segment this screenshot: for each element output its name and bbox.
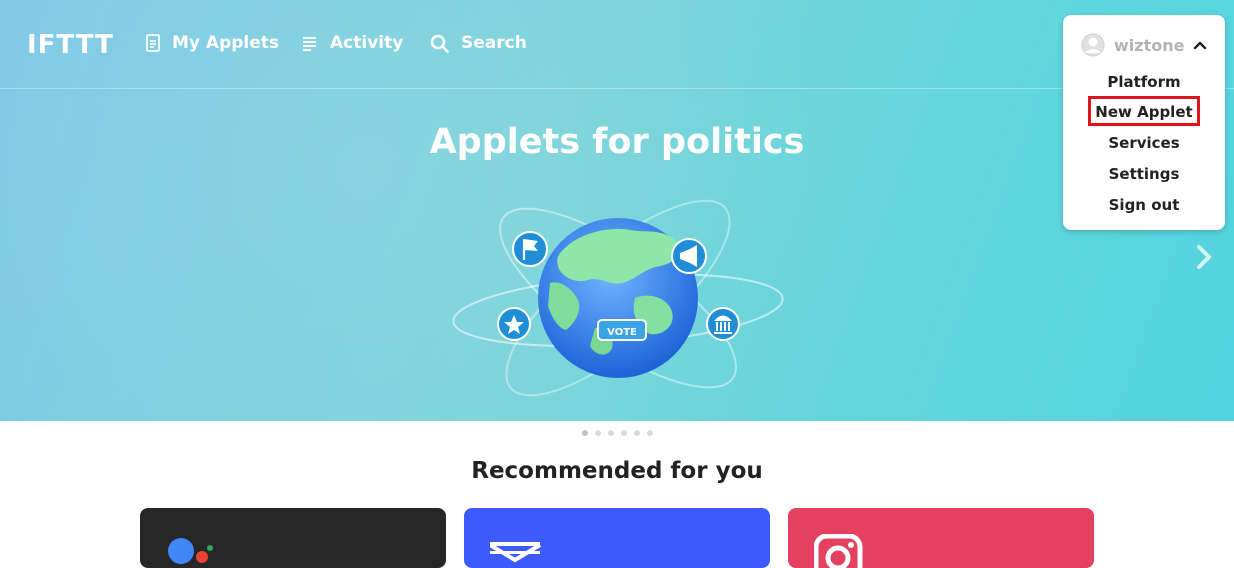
carousel-dot[interactable] bbox=[633, 430, 640, 436]
activity-list-icon bbox=[303, 37, 316, 51]
username: wiztone bbox=[1114, 35, 1185, 55]
nav-my-applets-label: My Applets bbox=[172, 33, 280, 53]
nav-my-applets[interactable]: My Applets bbox=[146, 33, 279, 53]
carousel-pagination bbox=[0, 430, 1234, 436]
chevron-up-icon bbox=[1194, 41, 1207, 50]
applet-card-google-assistant[interactable] bbox=[140, 508, 446, 568]
hero-banner: IFTTT My Applets Activity Search Applets… bbox=[0, 0, 1234, 421]
vote-label: VOTE bbox=[607, 327, 637, 338]
applet-card-email[interactable] bbox=[464, 508, 770, 568]
user-dropdown-menu: wiztone Platform New Applet Services Set… bbox=[1063, 15, 1225, 230]
document-icon bbox=[146, 34, 160, 52]
nav-activity[interactable]: Activity bbox=[302, 33, 403, 53]
carousel-dot[interactable] bbox=[646, 430, 653, 436]
carousel-dot[interactable] bbox=[594, 430, 601, 436]
applet-card-instagram[interactable] bbox=[788, 508, 1094, 568]
ifttt-logo[interactable]: IFTTT bbox=[27, 30, 114, 60]
capitol-building-icon bbox=[706, 307, 740, 341]
instagram-icon bbox=[814, 534, 863, 568]
menu-item-services[interactable]: Services bbox=[1063, 134, 1225, 152]
politics-globe-illustration: VOTE bbox=[452, 199, 784, 397]
carousel-dot[interactable] bbox=[581, 430, 588, 436]
nav-activity-label: Activity bbox=[330, 33, 404, 53]
carousel-next-arrow[interactable] bbox=[1196, 244, 1212, 270]
search-icon bbox=[430, 34, 449, 53]
avatar-icon bbox=[1081, 33, 1105, 57]
nav-search-label: Search bbox=[461, 33, 527, 53]
top-nav: IFTTT My Applets Activity Search bbox=[0, 0, 1234, 89]
google-assistant-icon bbox=[168, 538, 213, 564]
nav-search[interactable]: Search bbox=[430, 33, 527, 53]
email-icon bbox=[490, 542, 542, 563]
megaphone-icon bbox=[671, 238, 707, 274]
menu-item-new-applet[interactable]: New Applet bbox=[1063, 103, 1225, 121]
star-icon bbox=[497, 307, 531, 341]
menu-item-settings[interactable]: Settings bbox=[1063, 165, 1225, 183]
menu-item-platform[interactable]: Platform bbox=[1063, 73, 1225, 91]
carousel-dot[interactable] bbox=[620, 430, 627, 436]
hero-title: Applets for politics bbox=[429, 122, 805, 162]
carousel-dot[interactable] bbox=[607, 430, 614, 436]
flag-icon bbox=[512, 231, 548, 267]
recommended-heading: Recommended for you bbox=[471, 458, 763, 484]
user-menu-toggle[interactable]: wiztone bbox=[1081, 33, 1207, 57]
menu-item-sign-out[interactable]: Sign out bbox=[1063, 196, 1225, 214]
